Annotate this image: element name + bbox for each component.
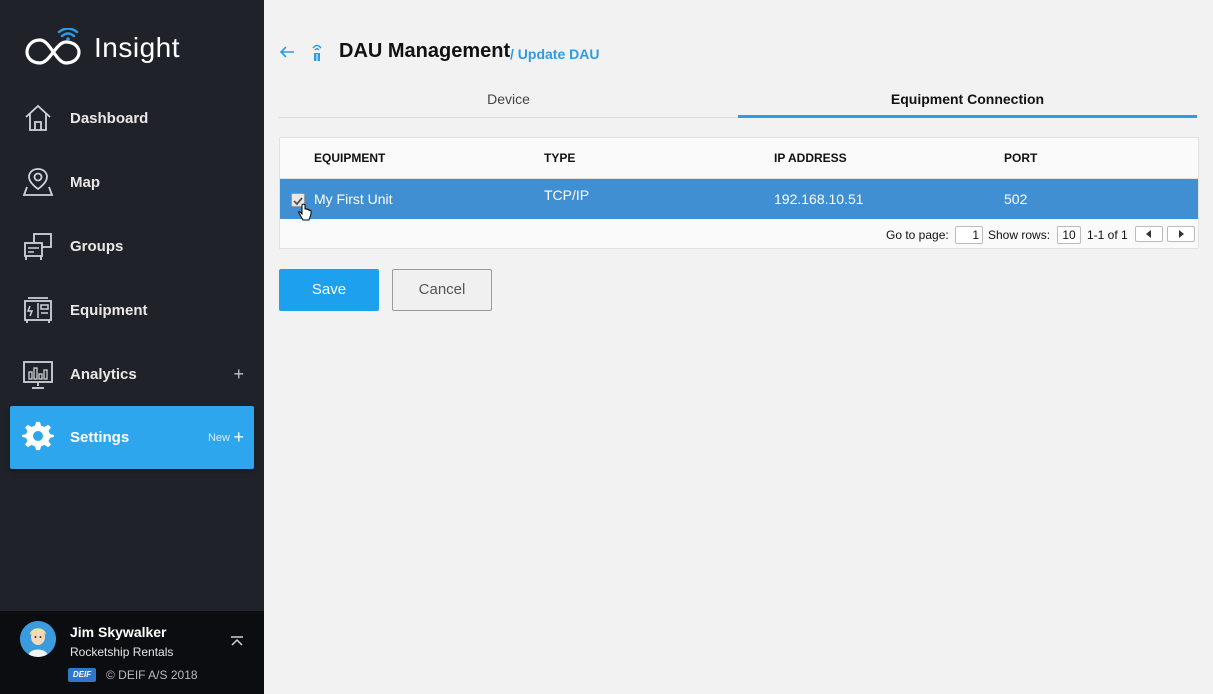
brand-name: Insight — [94, 32, 180, 63]
show-rows-label: Show rows: — [988, 228, 1051, 242]
gear-icon — [22, 421, 54, 451]
caret-right-icon — [1179, 230, 1184, 238]
avatar[interactable] — [20, 621, 56, 657]
sidebar-item-settings[interactable]: Settings New + — [10, 406, 254, 469]
sidebar-item-map[interactable]: Map — [10, 151, 254, 213]
sidebar-item-label: Analytics — [70, 365, 137, 383]
sidebar-item-label: Map — [70, 173, 100, 191]
tab-device[interactable]: Device — [279, 84, 738, 118]
brand[interactable]: Insight — [24, 28, 180, 68]
back-arrow-icon[interactable] — [279, 44, 295, 60]
prev-page-button[interactable] — [1135, 226, 1163, 242]
cancel-button[interactable]: Cancel — [392, 269, 492, 311]
user-company: Rocketship Rentals — [70, 645, 174, 659]
table-header: EQUIPMENT TYPE IP ADDRESS PORT — [280, 138, 1198, 179]
sidebar-item-groups[interactable]: Groups — [10, 215, 254, 277]
equipment-icon — [24, 297, 52, 323]
pagination: Go to page: 1 Show rows: 10 1-1 of 1 — [280, 220, 1198, 248]
cell-type: TCP/IP — [544, 187, 590, 203]
column-header-equipment[interactable]: EQUIPMENT — [314, 151, 385, 165]
page-number-input[interactable]: 1 — [955, 226, 983, 244]
page-title: DAU Management — [339, 40, 511, 62]
next-page-button[interactable] — [1167, 226, 1195, 242]
tab-bar: Device Equipment Connection — [279, 84, 1197, 118]
sidebar-item-equipment[interactable]: Equipment — [10, 279, 254, 341]
column-header-port[interactable]: PORT — [1004, 151, 1037, 165]
goto-page-label: Go to page: — [886, 228, 949, 242]
insight-logo-icon — [25, 28, 81, 65]
sidebar-item-label: Equipment — [70, 301, 148, 319]
sidebar-item-analytics[interactable]: Analytics + — [10, 343, 254, 405]
cell-ip-address: 192.168.10.51 — [774, 191, 864, 207]
copyright: © DEIF A/S 2018 — [106, 668, 198, 682]
breadcrumb[interactable]: / Update DAU — [510, 46, 599, 62]
table-row[interactable]: My First Unit TCP/IP 192.168.10.51 502 — [280, 179, 1198, 219]
expand-plus-icon[interactable]: + — [233, 364, 244, 385]
user-name: Jim Skywalker — [70, 624, 167, 640]
caret-left-icon — [1146, 230, 1151, 238]
sidebar: Insight Dashboard Map Groups Equipment A… — [0, 0, 264, 694]
column-header-type[interactable]: TYPE — [544, 151, 575, 165]
analytics-icon — [23, 361, 53, 389]
avatar-image-icon — [20, 621, 56, 657]
tab-equipment-connection[interactable]: Equipment Connection — [738, 84, 1197, 118]
sidebar-item-label: Groups — [70, 237, 124, 255]
cell-port: 502 — [1004, 191, 1028, 207]
collapse-icon[interactable] — [228, 635, 246, 649]
expand-plus-icon[interactable]: + — [233, 427, 244, 448]
page-range: 1-1 of 1 — [1087, 228, 1128, 242]
sidebar-item-label: Dashboard — [70, 109, 149, 127]
cell-equipment: My First Unit — [314, 191, 393, 207]
dau-device-icon — [312, 44, 322, 61]
sidebar-item-label: Settings — [70, 429, 130, 446]
user-panel: Jim Skywalker Rocketship Rentals DEIF © … — [0, 611, 264, 694]
column-header-ip-address[interactable]: IP ADDRESS — [774, 151, 847, 165]
equipment-table: EQUIPMENT TYPE IP ADDRESS PORT My First … — [279, 137, 1199, 249]
hand-cursor-icon — [298, 203, 312, 221]
map-pin-icon — [22, 168, 54, 196]
groups-icon — [24, 233, 52, 260]
new-badge: New — [207, 431, 230, 444]
deif-logo: DEIF — [68, 668, 96, 682]
home-icon — [25, 104, 51, 131]
sidebar-item-dashboard[interactable]: Dashboard — [10, 87, 254, 149]
save-button[interactable]: Save — [279, 269, 379, 311]
rows-per-page-select[interactable]: 10 — [1057, 226, 1081, 244]
